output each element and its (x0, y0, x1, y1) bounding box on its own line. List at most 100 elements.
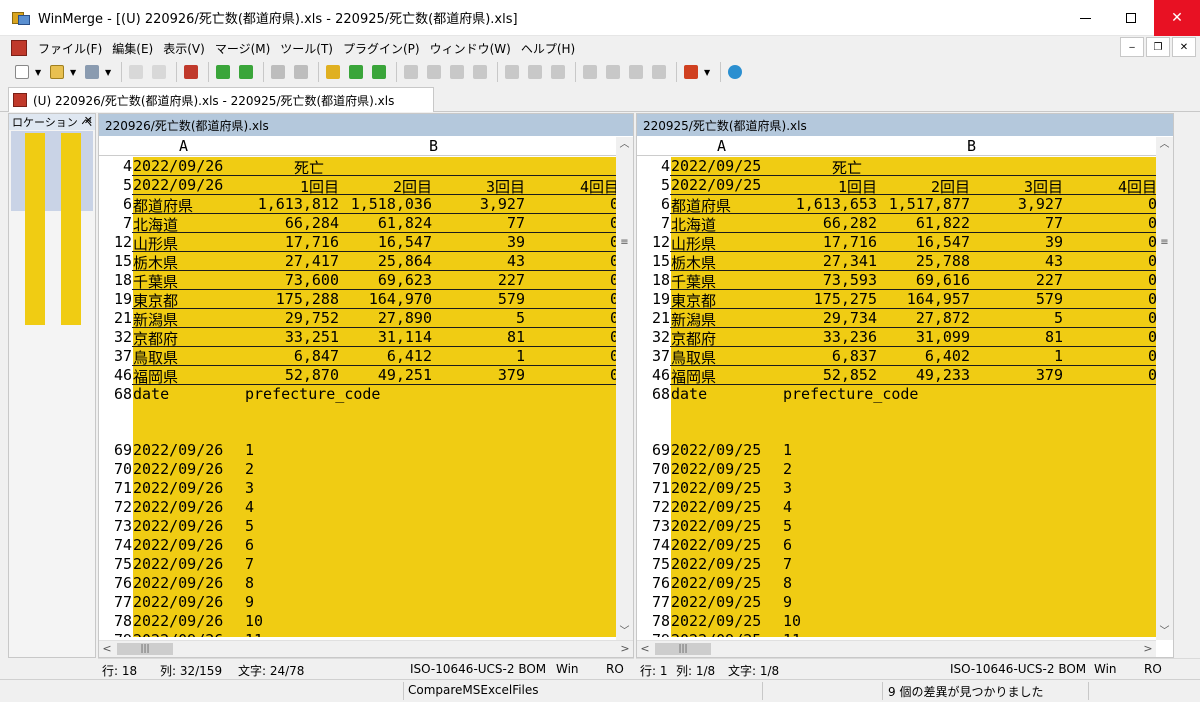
save-dropdown-icon[interactable]: ▼ (105, 62, 113, 82)
table-row[interactable]: 792022/09/25 11 (637, 631, 1156, 637)
table-row[interactable]: 46 福岡県 52,870 49,251 379 0 (99, 366, 633, 386)
table-row[interactable]: 77 2022/09/26 9 (99, 593, 633, 612)
table-row[interactable]: 6 都道府県 1,613,812 1,518,036 3,927 0 (99, 195, 633, 215)
minimize-button[interactable] (1062, 0, 1108, 36)
left-vertical-scrollbar[interactable]: ︿ ≡ ﹀ (616, 137, 633, 640)
prev-conflict-button[interactable] (369, 62, 389, 82)
mdi-minimize-button[interactable]: ‒ (1120, 37, 1144, 57)
table-row[interactable]: 19東京都175,275164,9575790 (637, 290, 1156, 310)
first-diff-button[interactable] (268, 62, 288, 82)
prev-file-button[interactable] (603, 62, 623, 82)
table-row[interactable]: 21 新潟県 29,752 27,890 5 0 (99, 309, 633, 329)
tab-compare-document[interactable]: (U) 220926/死亡数(都道府県).xls - 220925/死亡数(都道… (8, 87, 434, 112)
current-diff-button[interactable] (323, 62, 343, 82)
location-bar-left[interactable] (25, 133, 45, 325)
table-row[interactable]: 21新潟県29,73427,87250 (637, 309, 1156, 329)
table-row[interactable]: 5 2022/09/26 1回目 2回目 3回目 4回目 (99, 176, 633, 196)
table-row[interactable]: 32京都府33,23631,099810 (637, 328, 1156, 348)
new-dropdown-icon[interactable]: ▼ (35, 62, 43, 82)
mdi-restore-button[interactable]: ❐ (1146, 37, 1170, 57)
next-diff-button[interactable] (213, 62, 233, 82)
menu-view[interactable]: 表示(V) (158, 40, 210, 57)
scroll-thumb-icon[interactable]: ≡ (619, 237, 630, 251)
location-bar-right[interactable] (61, 133, 81, 325)
right-file-pane[interactable]: 220925/死亡数(都道府県).xls A B 4 2022/09/25 死亡 5 2… (636, 113, 1174, 658)
table-row[interactable]: 70 2022/09/25 2 (637, 460, 1156, 479)
save-button[interactable] (82, 62, 102, 82)
menu-file[interactable]: ファイル(F) (33, 40, 107, 57)
table-row[interactable]: 75 2022/09/25 7 (637, 555, 1156, 574)
undo-button[interactable] (126, 62, 146, 82)
scroll-right-icon[interactable]: > (1140, 641, 1156, 657)
horizontal-thumb[interactable]: ||| (655, 643, 711, 655)
table-row[interactable]: 72 2022/09/26 4 (99, 498, 633, 517)
table-row[interactable]: 7 北海道 66,284 61,824 77 0 (99, 214, 633, 234)
table-row[interactable]: 72 2022/09/25 4 (637, 498, 1156, 517)
table-row[interactable]: 78 2022/09/25 10 (637, 612, 1156, 631)
table-row[interactable]: 32 京都府 33,251 31,114 81 0 (99, 328, 633, 348)
scroll-up-icon[interactable]: ︿ (616, 137, 633, 153)
copy-left-advance-button[interactable] (470, 62, 490, 82)
table-row[interactable]: 4 2022/09/26 死亡 (99, 157, 633, 177)
all-left-button[interactable] (525, 62, 545, 82)
table-row[interactable]: 15 栃木県 27,417 25,864 43 0 (99, 252, 633, 272)
table-row[interactable]: 71 2022/09/26 3 (99, 479, 633, 498)
table-row[interactable]: 19 東京都 175,288 164,970 579 0 (99, 290, 633, 310)
table-row[interactable]: 5 2022/09/25 1回目 2回目 3回目 4回目 (637, 176, 1156, 196)
table-row[interactable]: 73 2022/09/25 5 (637, 517, 1156, 536)
table-row[interactable]: 18 千葉県 73,600 69,623 227 0 (99, 271, 633, 291)
refresh-button[interactable] (181, 62, 201, 82)
table-row[interactable]: 12山形県17,71616,547390 (99, 233, 633, 253)
table-row[interactable]: 46福岡県52,85249,2333790 (637, 366, 1156, 386)
left-horizontal-scrollbar[interactable]: < ||| > (99, 640, 633, 657)
menu-edit[interactable]: 編集(E) (107, 40, 158, 57)
table-row[interactable]: 74 2022/09/25 6 (637, 536, 1156, 555)
table-row[interactable]: 68dateprefecture_codep (637, 385, 1156, 441)
scroll-right-icon[interactable]: > (617, 641, 633, 657)
table-row[interactable]: 12山形県17,71616,547390 (637, 233, 1156, 253)
table-row[interactable]: 69 2022/09/25 1 (637, 441, 1156, 460)
first-file-button[interactable] (580, 62, 600, 82)
open-button[interactable] (47, 62, 67, 82)
menu-merge[interactable]: マージ(M) (210, 40, 275, 57)
scroll-thumb-icon[interactable]: ≡ (1159, 237, 1170, 251)
all-right-button[interactable] (502, 62, 522, 82)
table-row[interactable]: 37 鳥取県 6,847 6,412 1 0 (99, 347, 633, 367)
horizontal-thumb[interactable]: ||| (117, 643, 173, 655)
menu-window[interactable]: ウィンドウ(W) (425, 40, 516, 57)
table-row[interactable]: 18千葉県73,59369,6162270 (637, 271, 1156, 291)
table-row[interactable]: 4 2022/09/25 死亡 (637, 157, 1156, 177)
right-diff-view[interactable]: A B 4 2022/09/25 死亡 5 2022/09/25 1回目 2回目 3回目 4回目… (637, 137, 1156, 637)
location-pane-close-icon[interactable]: ✕ (84, 114, 93, 127)
prev-diff-button[interactable] (236, 62, 256, 82)
last-file-button[interactable] (649, 62, 669, 82)
copy-left-button[interactable] (424, 62, 444, 82)
scroll-left-icon[interactable]: < (99, 641, 115, 657)
table-row[interactable]: 792022/09/26 11 (99, 631, 633, 637)
mdi-close-button[interactable]: ✕ (1172, 37, 1196, 57)
table-row[interactable]: 69 2022/09/26 1 (99, 441, 633, 460)
new-button[interactable] (12, 62, 32, 82)
scroll-left-icon[interactable]: < (637, 641, 653, 657)
last-diff-button[interactable] (291, 62, 311, 82)
menu-help[interactable]: ヘルプ(H) (516, 40, 580, 57)
menu-tools[interactable]: ツール(T) (275, 40, 338, 57)
options-button[interactable] (681, 62, 701, 82)
table-row[interactable]: 6都道府県1,613,6531,517,8773,9270 (637, 195, 1156, 215)
scroll-down-icon[interactable]: ﹀ (616, 624, 633, 640)
table-row[interactable]: 70 2022/09/26 2 (99, 460, 633, 479)
open-dropdown-icon[interactable]: ▼ (70, 62, 78, 82)
table-row[interactable]: 78 2022/09/26 10 (99, 612, 633, 631)
table-row[interactable]: 15栃木県27,34125,788430 (637, 252, 1156, 272)
right-vertical-scrollbar[interactable]: ︿ ≡ ﹀ (1156, 137, 1173, 640)
options-dropdown-icon[interactable]: ▼ (704, 62, 712, 82)
copy-right-advance-button[interactable] (447, 62, 467, 82)
table-row[interactable]: 74 2022/09/26 6 (99, 536, 633, 555)
table-row[interactable]: 7北海道66,28261,822770 (637, 214, 1156, 234)
redo-button[interactable] (149, 62, 169, 82)
next-file-button[interactable] (626, 62, 646, 82)
table-row[interactable]: 73 2022/09/26 5 (99, 517, 633, 536)
winmerge-app-icon[interactable] (12, 10, 30, 26)
right-horizontal-scrollbar[interactable]: < ||| > (637, 640, 1156, 657)
left-diff-view[interactable]: A B 4 2022/09/26 死亡 5 2022/09/26 1回目 2回目 3回目 4回目… (99, 137, 633, 637)
